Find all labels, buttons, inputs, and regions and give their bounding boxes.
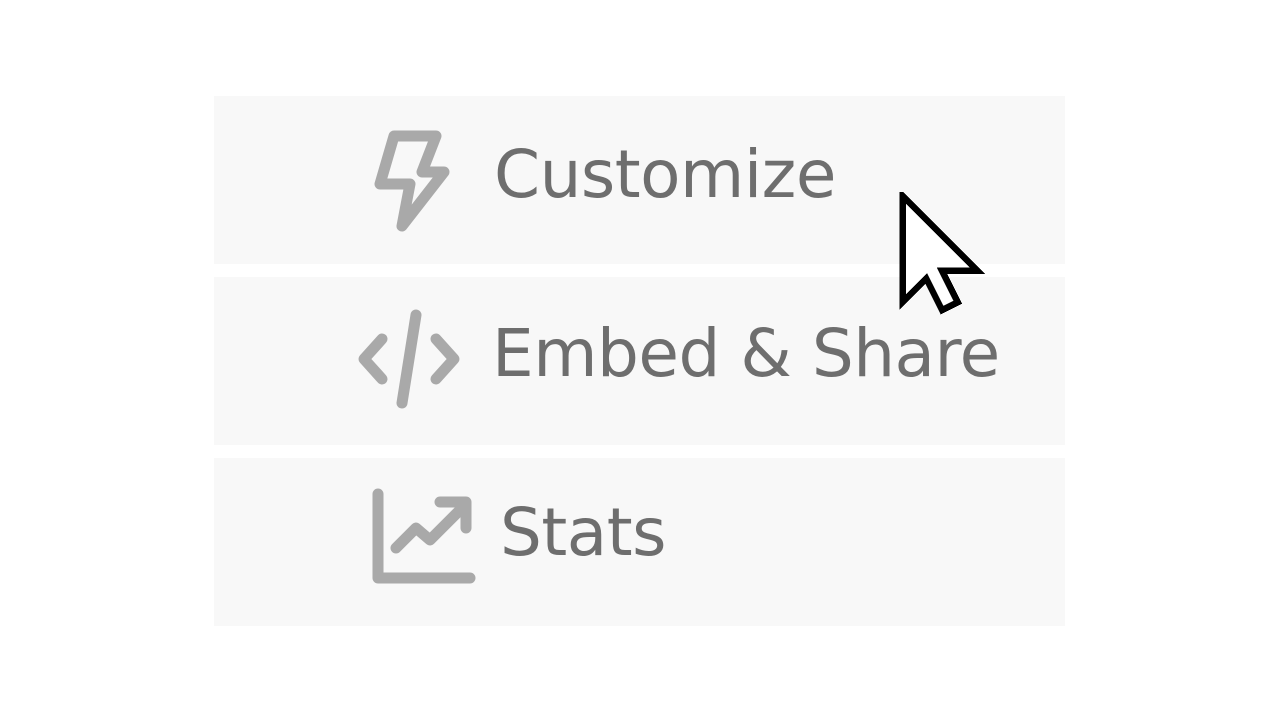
lightning-bolt-icon [374,130,450,232]
code-icon [358,309,460,409]
menu-item-embed-share[interactable]: Embed & Share [214,277,1065,445]
menu-item-stats[interactable]: Stats [214,458,1065,626]
trending-up-chart-icon [372,488,476,584]
menu-item-label: Customize [494,136,836,213]
menu-item-customize[interactable]: Customize [214,96,1065,264]
menu-item-label: Stats [500,494,666,571]
menu-item-label: Embed & Share [492,315,1000,392]
